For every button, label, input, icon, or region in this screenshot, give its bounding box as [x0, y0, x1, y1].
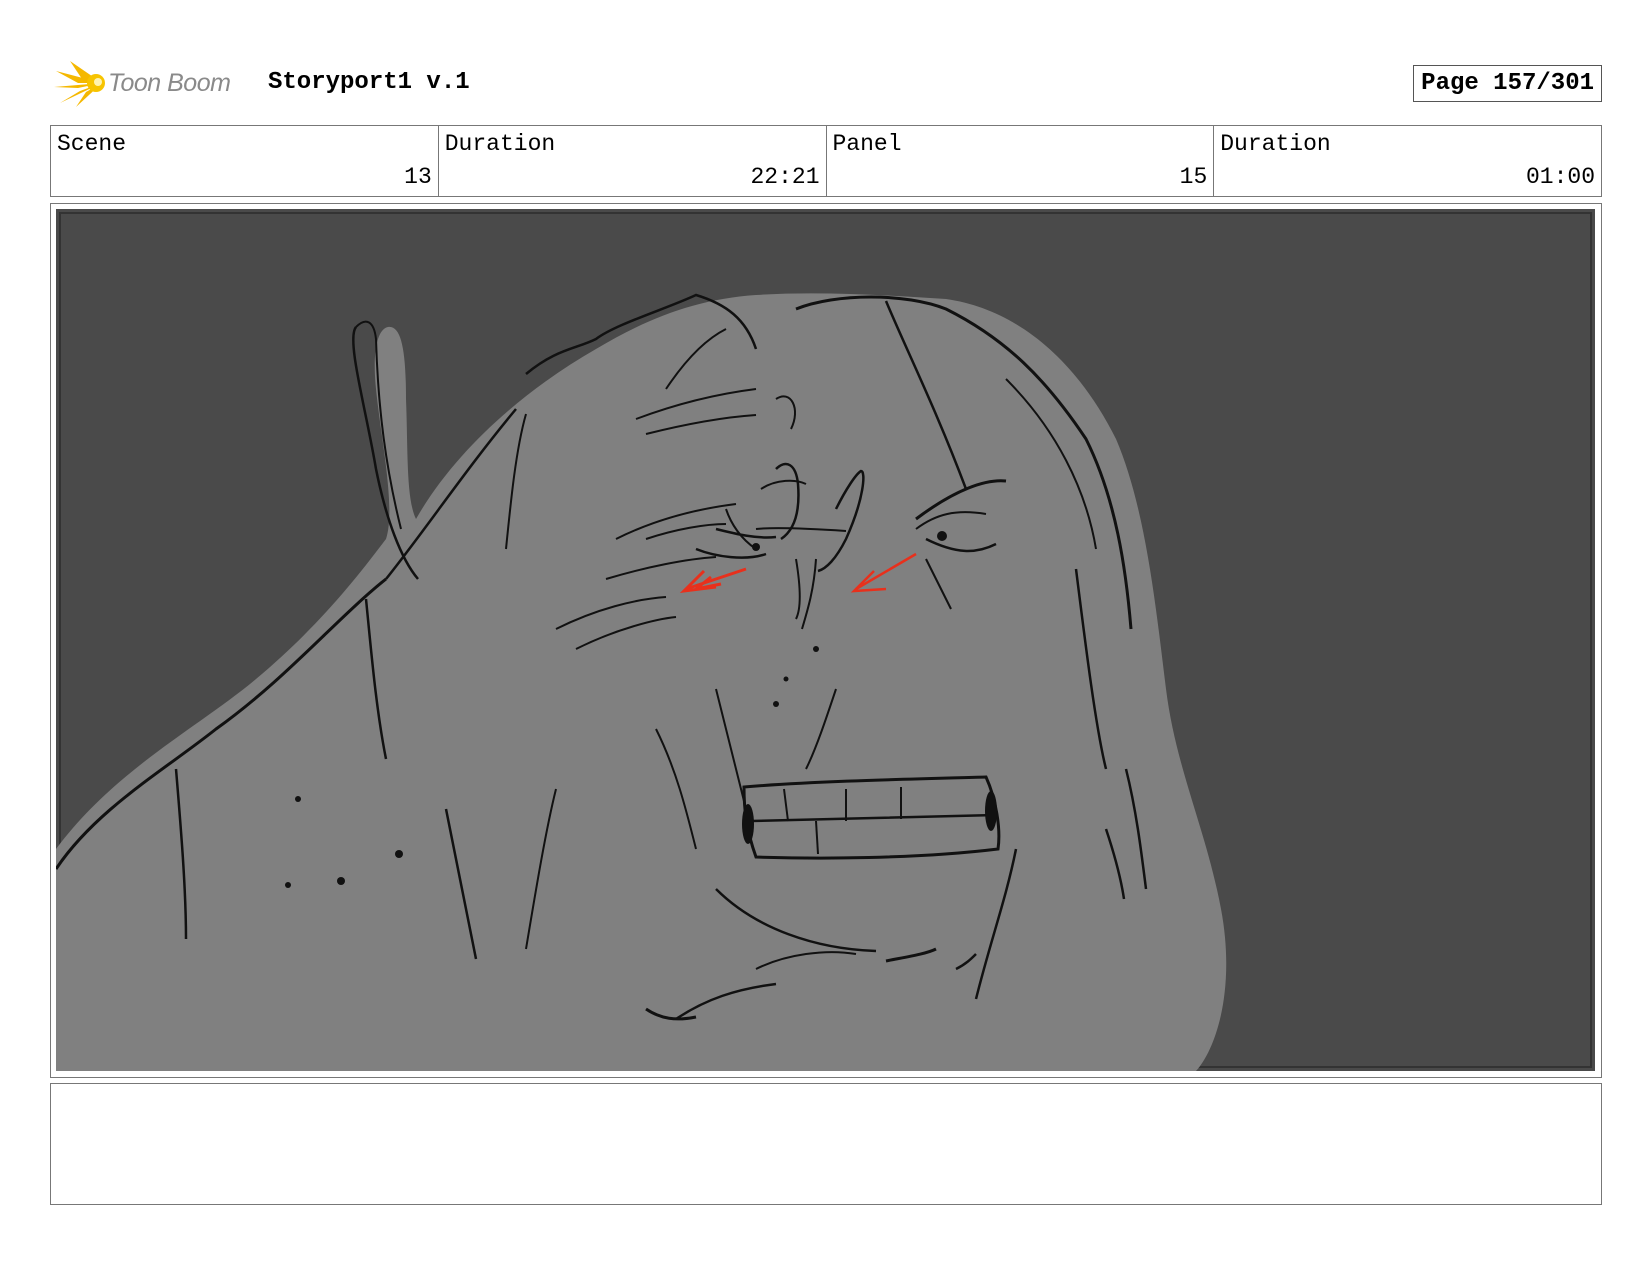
page-header: Toon Boom Storyport1 v.1 Page 157/301 [50, 55, 1602, 111]
logo-wordmark: Toon Boom [108, 69, 231, 97]
scene-label: Scene [57, 131, 127, 157]
scene-duration-value: 22:21 [750, 164, 820, 190]
storyboard-panel-frame [50, 203, 1602, 1078]
panel-duration-cell: Duration 01:00 [1214, 126, 1601, 196]
panel-notes-box [50, 1083, 1602, 1205]
panel-duration-label: Duration [1220, 131, 1331, 157]
page-indicator: Page 157/301 [1413, 65, 1602, 102]
troll-face-sketch [56, 212, 1592, 1071]
project-title: Storyport1 v.1 [268, 69, 470, 96]
starburst-icon [54, 61, 105, 107]
creature-body [56, 293, 1227, 1071]
scene-cell: Scene 13 [51, 126, 439, 196]
panel-duration-value: 01:00 [1525, 164, 1595, 190]
panel-info-table: Scene 13 Duration 22:21 Panel 15 Duratio… [50, 125, 1602, 197]
scene-duration-label: Duration [444, 131, 556, 157]
scene-value: 13 [404, 164, 432, 190]
panel-label: Panel [832, 131, 902, 157]
toon-boom-logo: Toon Boom [52, 59, 252, 107]
panel-value: 15 [1179, 164, 1208, 190]
scene-duration-cell: Duration 22:21 [439, 126, 827, 196]
storyboard-sketch [56, 209, 1595, 1071]
panel-cell: Panel 15 [827, 126, 1215, 196]
